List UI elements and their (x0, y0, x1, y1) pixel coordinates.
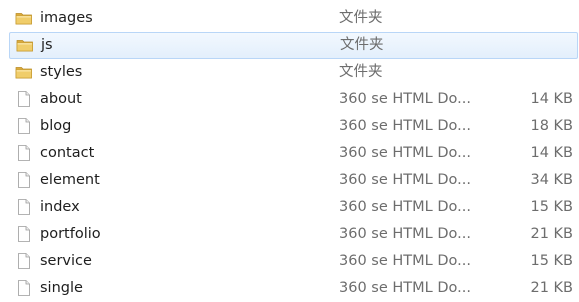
list-item-single[interactable]: single 360 se HTML Do... 21 KB (0, 275, 579, 302)
document-icon (15, 198, 33, 216)
file-type: 360 se HTML Do... (339, 172, 471, 188)
file-type: 文件夹 (339, 10, 383, 26)
file-type: 360 se HTML Do... (339, 118, 471, 134)
document-icon (15, 144, 33, 162)
document-icon (15, 171, 33, 189)
file-name: single (40, 280, 83, 296)
folder-icon (15, 9, 33, 27)
list-item-element[interactable]: element 360 se HTML Do... 34 KB (0, 167, 579, 194)
document-icon (15, 90, 33, 108)
list-item-styles[interactable]: styles 文件夹 (0, 59, 579, 86)
file-name: portfolio (40, 226, 101, 242)
file-name: element (40, 172, 100, 188)
file-name: styles (40, 64, 83, 80)
file-type: 360 se HTML Do... (339, 145, 471, 161)
list-item-contact[interactable]: contact 360 se HTML Do... 14 KB (0, 140, 579, 167)
file-list: images 文件夹 js 文件夹 styles 文件夹 about 360 s… (0, 0, 579, 300)
folder-icon (16, 36, 34, 54)
file-type: 360 se HTML Do... (339, 253, 471, 269)
file-name: js (41, 37, 53, 53)
document-icon (15, 279, 33, 297)
document-icon (15, 225, 33, 243)
file-name: service (40, 253, 92, 269)
file-size: 21 KB (530, 226, 573, 242)
file-type: 文件夹 (340, 37, 384, 53)
list-item-index[interactable]: index 360 se HTML Do... 15 KB (0, 194, 579, 221)
file-size: 21 KB (530, 280, 573, 296)
file-type: 360 se HTML Do... (339, 91, 471, 107)
list-item-portfolio[interactable]: portfolio 360 se HTML Do... 21 KB (0, 221, 579, 248)
file-type: 文件夹 (339, 64, 383, 80)
file-size: 14 KB (530, 91, 573, 107)
file-size: 34 KB (530, 172, 573, 188)
document-icon (15, 252, 33, 270)
list-item-js[interactable]: js 文件夹 (9, 32, 578, 59)
file-size: 14 KB (530, 145, 573, 161)
file-type: 360 se HTML Do... (339, 226, 471, 242)
file-name: blog (40, 118, 72, 134)
file-name: contact (40, 145, 95, 161)
document-icon (15, 117, 33, 135)
file-name: about (40, 91, 82, 107)
file-name: images (40, 10, 93, 26)
list-item-about[interactable]: about 360 se HTML Do... 14 KB (0, 86, 579, 113)
list-item-blog[interactable]: blog 360 se HTML Do... 18 KB (0, 113, 579, 140)
file-size: 15 KB (530, 199, 573, 215)
folder-icon (15, 63, 33, 81)
file-size: 15 KB (530, 253, 573, 269)
list-item-images[interactable]: images 文件夹 (0, 5, 579, 32)
file-type: 360 se HTML Do... (339, 280, 471, 296)
file-size: 18 KB (530, 118, 573, 134)
file-name: index (40, 199, 80, 215)
list-item-service[interactable]: service 360 se HTML Do... 15 KB (0, 248, 579, 275)
file-type: 360 se HTML Do... (339, 199, 471, 215)
